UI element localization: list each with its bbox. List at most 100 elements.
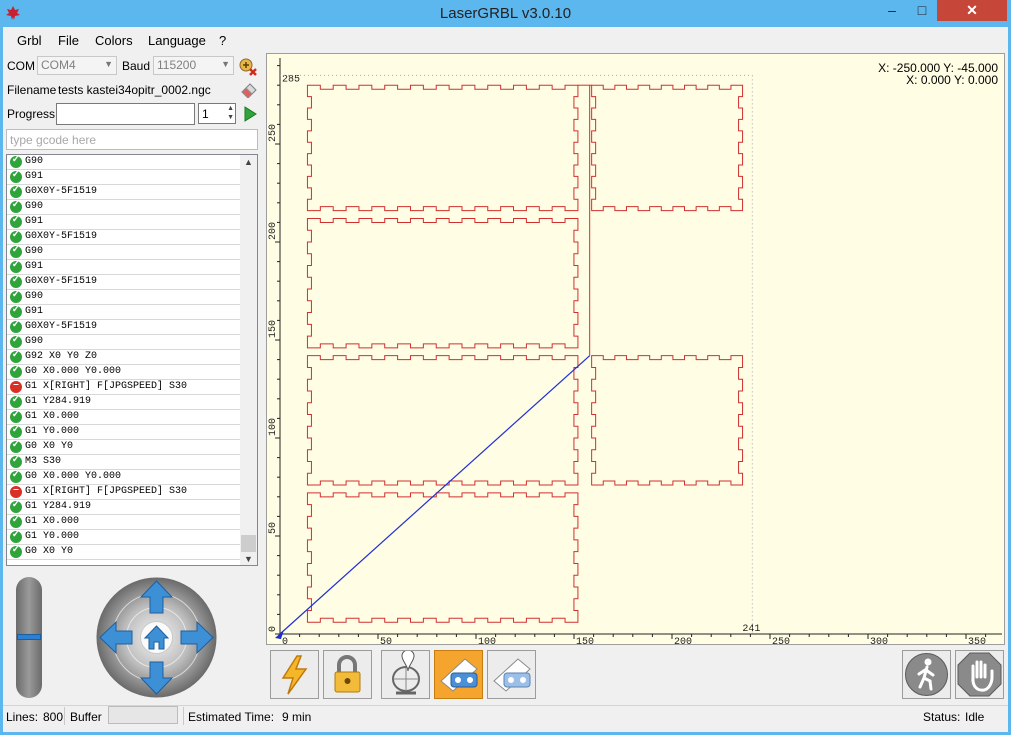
gcode-row[interactable]: ✓ M3 S30 [7, 454, 240, 470]
cut-panel [306, 355, 579, 486]
y-extent-label: 285 [282, 74, 300, 85]
progress-bar [56, 103, 195, 125]
gcode-row[interactable]: – G1 X[RIGHT] F[JPGSPEED] S30 [7, 379, 240, 395]
gcode-list[interactable]: ✓ G90 ✓ G91 ✓ G0X0Y-5F1519 ✓ G90 ✓ G91 ✓ G0X0Y-5F15… [6, 154, 258, 566]
gcode-text: G0 X0.000 Y0.000 [25, 366, 122, 377]
gcode-row[interactable]: ✓ G91 [7, 304, 240, 320]
y-tick-label: 0 [268, 626, 279, 632]
gcode-text: G1 Y0.000 [25, 531, 80, 542]
scroll-down-icon[interactable]: ▼ [244, 554, 253, 564]
check-circle-icon: ✓ [10, 169, 22, 183]
check-circle-icon: ✓ [10, 214, 22, 228]
goto-origin-button[interactable] [381, 649, 430, 699]
gcode-input[interactable]: type gcode here [6, 129, 258, 150]
gcode-row[interactable]: ✓ G90 [7, 334, 240, 350]
stop-button[interactable] [955, 650, 1004, 699]
buffer-bar [108, 706, 178, 724]
simulate-button[interactable] [487, 650, 536, 699]
cut-panel [306, 492, 579, 623]
eraser-open-icon[interactable] [240, 80, 258, 98]
gcode-text: G91 [25, 216, 44, 227]
menu-grbl[interactable]: Grbl [17, 33, 42, 48]
check-circle-icon: ✓ [10, 439, 22, 453]
gcode-text: G0 X0.000 Y0.000 [25, 471, 122, 482]
gcode-row[interactable]: ✓ G91 [7, 259, 240, 275]
gcode-text: G0X0Y-5F1519 [25, 231, 98, 242]
check-circle-icon: ✓ [10, 289, 22, 303]
burn-frame-button[interactable] [434, 650, 483, 699]
gcode-text: G1 Y0.000 [25, 426, 80, 437]
gcode-row[interactable]: ✓ G91 [7, 214, 240, 230]
baud-rate-select[interactable]: 115200 ▼ [153, 56, 234, 75]
com-port-select[interactable]: COM4 ▼ [37, 56, 117, 75]
check-circle-icon: ✓ [10, 514, 22, 528]
gcode-row[interactable]: ✓ G90 [7, 289, 240, 305]
check-circle-icon: ✓ [10, 364, 22, 378]
jog-mode-button[interactable] [902, 650, 951, 699]
gcode-text: G0X0Y-5F1519 [25, 186, 98, 197]
check-circle-icon: ✓ [10, 259, 22, 273]
gcode-row[interactable]: ✓ G0X0Y-5F1519 [7, 319, 240, 335]
check-circle-icon: ✓ [10, 334, 22, 348]
play-icon[interactable] [242, 106, 258, 122]
preview-canvas: 0 50 100 150 200 250 300 350 0 50 100 150 200 250 241 2… [268, 58, 1002, 644]
gcode-text: G91 [25, 306, 44, 317]
gcode-row[interactable]: ✓ G0 X0 Y0 [7, 439, 240, 455]
gcode-row[interactable]: ✓ G0 X0.000 Y0.000 [7, 469, 240, 485]
x-tick-label: 100 [478, 637, 496, 644]
gcode-text: G0 X0 Y0 [25, 441, 74, 452]
menu-language[interactable]: Language [148, 33, 206, 48]
maximize-button[interactable]: □ [908, 0, 936, 21]
gcode-row[interactable]: ✓ G91 [7, 169, 240, 185]
list-scrollbar[interactable]: ▲ ▼ [240, 155, 257, 565]
reset-lightning-icon [281, 655, 308, 695]
stepper-arrows-icon[interactable]: ▲ ▼ [227, 104, 234, 122]
title-bar: LaserGRBL v3.0.10 – □ ✕ [0, 0, 1011, 27]
filename-value: tests kastei34opitr_0002.ngc [58, 83, 211, 97]
y-tick-label: 250 [268, 124, 279, 142]
baud-rate-value: 115200 [157, 58, 197, 72]
gcode-row[interactable]: ✓ G90 [7, 155, 240, 170]
home-icon[interactable] [140, 621, 173, 654]
jog-speed-slider[interactable] [16, 577, 42, 698]
gcode-row[interactable]: ✓ G0X0Y-5F1519 [7, 274, 240, 290]
gcode-row[interactable]: ✓ G90 [7, 244, 240, 260]
gcode-row[interactable]: ✓ G1 Y284.919 [7, 394, 240, 410]
gcode-row[interactable]: ✓ G92 X0 Y0 Z0 [7, 349, 240, 365]
gcode-row[interactable]: ✓ G0X0Y-5F1519 [7, 184, 240, 200]
slider-thumb[interactable] [17, 634, 41, 640]
gcode-preview[interactable]: 0 50 100 150 200 250 300 350 0 50 100 150 200 250 241 2… [266, 53, 1005, 645]
stop-hand-icon [957, 652, 1002, 697]
cut-panel [591, 355, 744, 486]
menu-help[interactable]: ? [219, 33, 226, 48]
gcode-row[interactable]: ✓ G1 X0.000 [7, 409, 240, 425]
unlock-button[interactable] [323, 650, 372, 699]
x-tick-label: 350 [968, 637, 986, 644]
disconnected-plug-icon[interactable] [238, 57, 258, 77]
check-circle-icon: ✓ [10, 155, 22, 168]
scrollbar-thumb[interactable] [241, 535, 256, 552]
gcode-row[interactable]: ✓ G90 [7, 199, 240, 215]
x-tick-label: 200 [674, 637, 692, 644]
gcode-row[interactable]: ✓ G1 Y284.919 [7, 499, 240, 515]
gcode-row[interactable]: ✓ G0 X0.000 Y0.000 [7, 364, 240, 380]
gcode-row[interactable]: ✓ G0 X0 Y0 [7, 544, 240, 560]
copies-stepper[interactable]: 1 ▲ ▼ [198, 103, 236, 124]
machine-coordinates: X: 0.000 Y: 0.000 [906, 73, 998, 87]
reset-button[interactable] [270, 650, 319, 699]
scroll-up-icon[interactable]: ▲ [244, 157, 253, 167]
minimize-button[interactable]: – [878, 0, 906, 21]
menu-colors[interactable]: Colors [95, 33, 133, 48]
gcode-row[interactable]: ✓ G1 X0.000 [7, 514, 240, 530]
gcode-text: G1 Y284.919 [25, 501, 92, 512]
menu-file[interactable]: File [58, 33, 79, 48]
check-circle-icon: ✓ [10, 394, 22, 408]
travel-path [279, 355, 591, 635]
copies-value: 1 [202, 107, 209, 121]
gcode-row[interactable]: – G1 X[RIGHT] F[JPGSPEED] S30 [7, 484, 240, 500]
gcode-row[interactable]: ✓ G1 Y0.000 [7, 424, 240, 440]
gcode-row[interactable]: ✓ G0X0Y-5F1519 [7, 229, 240, 245]
check-circle-icon: ✓ [10, 469, 22, 483]
gcode-row[interactable]: ✓ G1 Y0.000 [7, 529, 240, 545]
close-button[interactable]: ✕ [937, 0, 1007, 21]
